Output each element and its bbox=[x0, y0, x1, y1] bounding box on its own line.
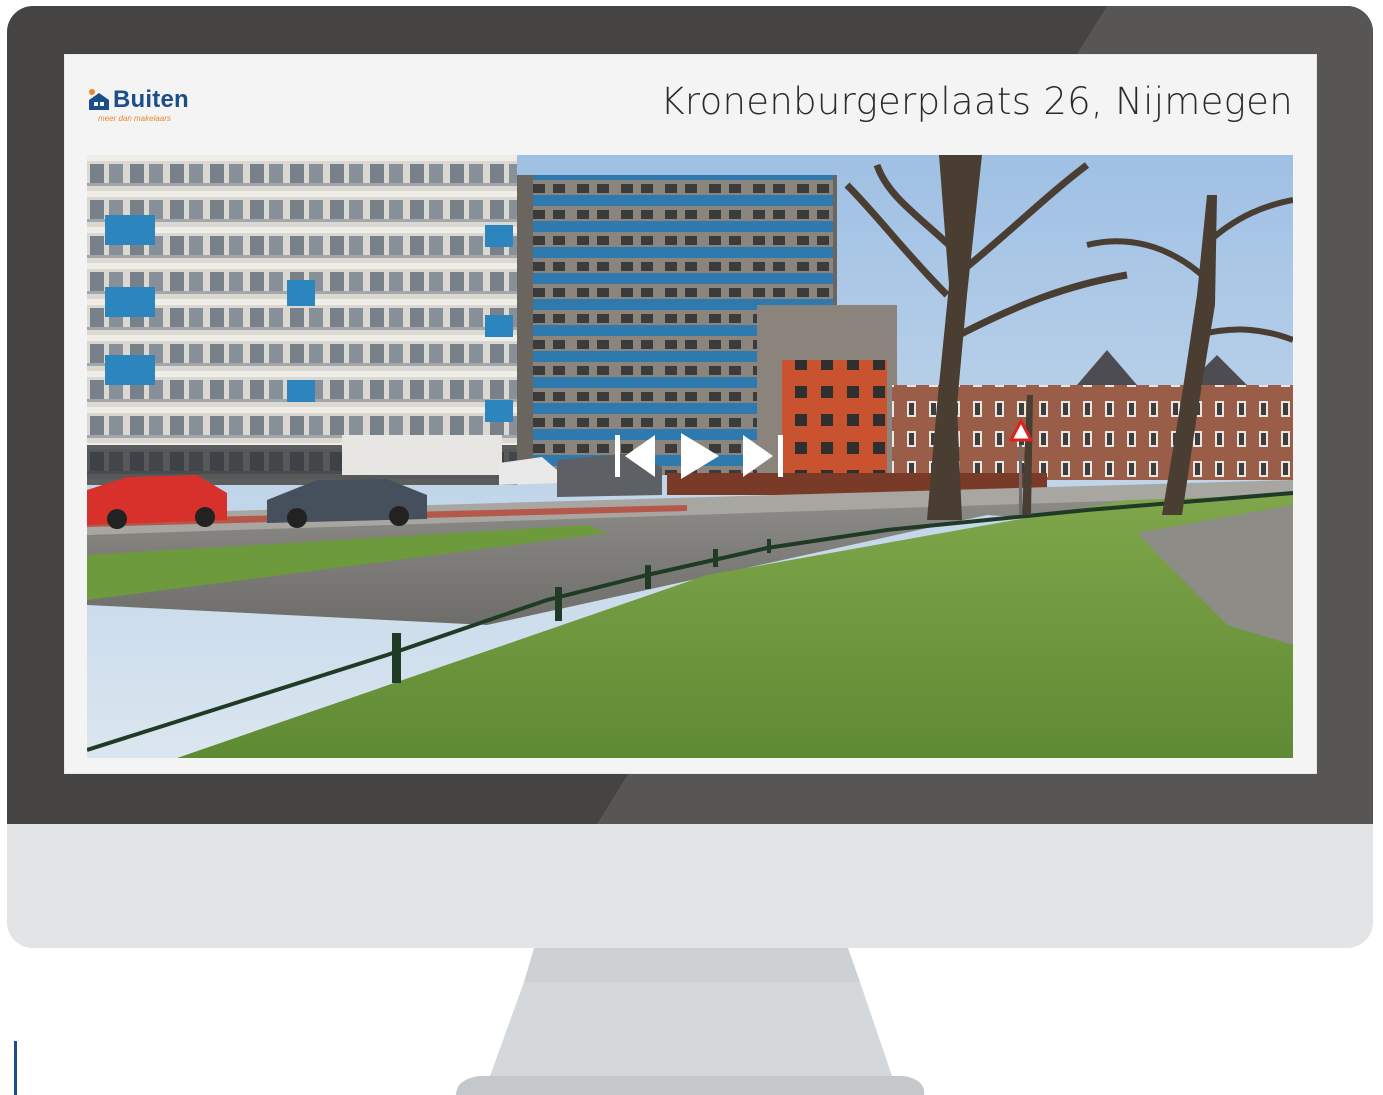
monitor-chin bbox=[7, 824, 1373, 948]
page-accent-bar bbox=[14, 1041, 17, 1095]
brand-name: Buiten bbox=[113, 86, 189, 113]
listing-address-title: Kronenburgerplaats 26, Nijmegen bbox=[660, 80, 1293, 123]
screen: Buiten meer dan makelaars Kronenburgerpl… bbox=[64, 54, 1317, 774]
skip-next-icon[interactable] bbox=[741, 431, 783, 481]
monitor-stand bbox=[456, 948, 925, 1095]
monitor-frame: Buiten meer dan makelaars Kronenburgerpl… bbox=[7, 6, 1373, 948]
house-logo-icon bbox=[89, 89, 109, 110]
brand-tagline: meer dan makelaars bbox=[98, 114, 171, 123]
skip-previous-icon[interactable] bbox=[615, 431, 657, 481]
play-icon[interactable] bbox=[681, 431, 719, 481]
photo-slideshow[interactable] bbox=[87, 155, 1293, 758]
slideshow-controls bbox=[615, 431, 783, 481]
brand-logo[interactable]: Buiten meer dan makelaars bbox=[87, 86, 217, 128]
